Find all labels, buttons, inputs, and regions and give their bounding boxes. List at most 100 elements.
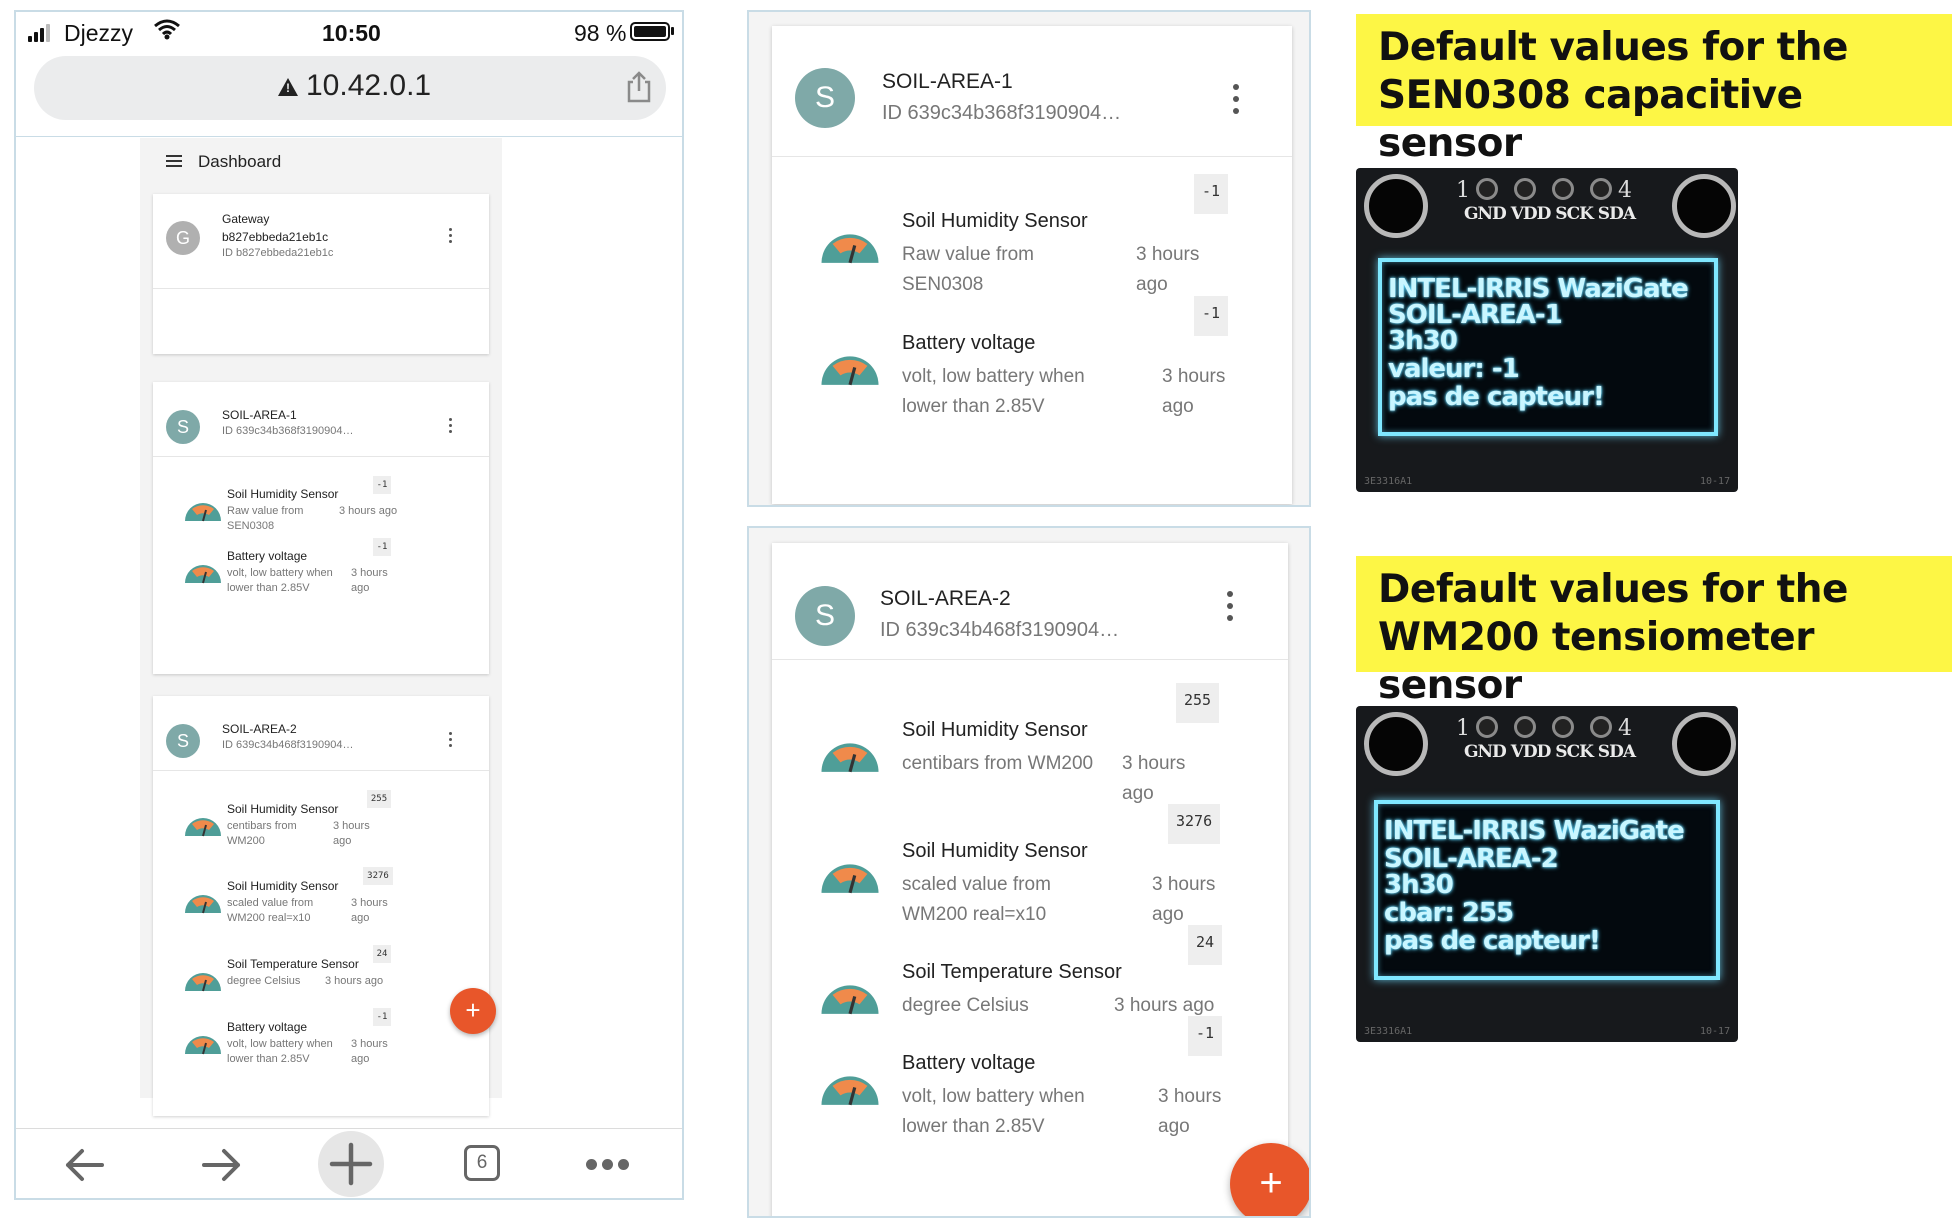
more-vert-icon[interactable] <box>1226 591 1234 621</box>
sensor-description: centibars from WM200 <box>902 753 1094 774</box>
sensor-row[interactable]: Soil Humidity Sensor Raw value from SEN0… <box>818 174 1258 302</box>
pin <box>1514 716 1536 738</box>
oled-screen: INTEL-IRRIS WaziGate SOIL-AREA-1 3h30 va… <box>1378 258 1718 436</box>
sensor-time: 3 hours ago <box>1136 244 1200 295</box>
pin-number: 4 <box>1618 178 1632 203</box>
oled-line: cbar: 255 <box>1384 898 1514 928</box>
sensor-value-badge: 24 <box>373 945 391 963</box>
sensor-name: Battery voltage <box>902 1052 1036 1074</box>
sensor-time: 3 hours ago <box>351 567 388 594</box>
gateway-id: ID b827ebbeda21eb1c <box>222 247 334 259</box>
warning-icon <box>278 78 298 96</box>
sensor-name: Soil Humidity Sensor <box>227 802 339 816</box>
address-bar[interactable]: 10.42.0.1 <box>34 56 666 120</box>
back-arrow-icon[interactable] <box>56 1135 116 1195</box>
add-button[interactable]: + <box>450 988 496 1034</box>
divider <box>16 136 682 137</box>
oled-display-photo: 1 4 GND VDD SCK SDA INTEL-IRRIS WaziGate… <box>1356 706 1738 1042</box>
device-name: SOIL-AREA-2 <box>880 587 1011 610</box>
gauge-icon <box>185 1036 221 1055</box>
more-vert-icon[interactable] <box>447 228 453 246</box>
gauge-icon <box>821 1076 879 1106</box>
wifi-icon <box>154 19 180 40</box>
device-id: ID 639c34b368f3190904… <box>882 102 1122 124</box>
gauge-icon <box>821 985 879 1015</box>
pin <box>1476 716 1498 738</box>
board-marking: 3E3316A1 <box>1364 476 1413 487</box>
gateway-avatar: G <box>166 221 200 255</box>
sensor-row[interactable]: Battery voltage volt, low battery when l… <box>183 1008 423 1090</box>
sensor-row[interactable]: Soil Humidity Sensor scaled value from W… <box>818 804 1258 932</box>
sensor-row[interactable]: Battery voltage volt, low battery when l… <box>818 1016 1258 1144</box>
sensor-description: volt, low battery when lower than 2.85V <box>227 567 333 594</box>
device-avatar: S <box>795 68 855 128</box>
sensor-row[interactable]: Soil Humidity Sensor centibars from WM20… <box>818 683 1258 811</box>
gauge-icon <box>185 973 221 992</box>
sensor-value-badge: 3276 <box>363 867 393 885</box>
gauge-icon <box>185 895 221 914</box>
gauge-icon <box>185 503 221 522</box>
signal-icon <box>28 24 52 42</box>
sensor-name: Battery voltage <box>227 549 308 563</box>
sensor-value-badge: -1 <box>1188 1016 1223 1056</box>
sensor-value-badge: 255 <box>367 790 391 808</box>
device-avatar: S <box>795 586 855 646</box>
sensor-time: 3 hours ago <box>351 1038 388 1065</box>
browser-toolbar: 6 <box>16 1128 682 1198</box>
gauge-icon <box>185 565 221 584</box>
annotation-wm200: Default values for the WM200 tensiometer… <box>1356 556 1952 708</box>
sensor-description: scaled value from WM200 real=x10 <box>902 874 1051 925</box>
tabs-button[interactable]: 6 <box>464 1145 500 1181</box>
device-avatar: S <box>166 724 200 758</box>
battery-icon <box>630 22 670 41</box>
sensor-row[interactable]: Soil Humidity Sensor centibars from WM20… <box>183 790 423 872</box>
status-bar: Djezzy 10:50 98 % <box>16 12 682 52</box>
sensor-name: Battery voltage <box>227 1020 308 1034</box>
sensor-name: Soil Temperature Sensor <box>227 957 359 971</box>
annotation-sen0308: Default values for the SEN0308 capacitiv… <box>1356 14 1952 166</box>
gauge-icon <box>185 818 221 837</box>
oled-screen: INTEL-IRRIS WaziGate SOIL-AREA-2 3h30 cb… <box>1374 800 1720 980</box>
pin-number: 4 <box>1618 716 1632 741</box>
device-id: ID 639c34b368f3190904… <box>222 425 354 437</box>
device-avatar: S <box>166 410 200 444</box>
menu-icon[interactable] <box>166 155 182 167</box>
pin <box>1476 178 1498 200</box>
more-horiz-icon[interactable] <box>586 1159 630 1171</box>
board-marking: 10-17 <box>1700 476 1731 487</box>
board-marking: 10-17 <box>1700 1026 1731 1037</box>
pin <box>1590 178 1612 200</box>
pin <box>1552 716 1574 738</box>
mount-hole <box>1672 712 1736 776</box>
more-vert-icon[interactable] <box>1232 84 1240 114</box>
device-id: ID 639c34b468f3190904… <box>222 739 354 751</box>
more-vert-icon[interactable] <box>447 418 453 436</box>
app-header: Dashboard <box>140 138 502 184</box>
oled-display-photo: 1 4 GND VDD SCK SDA INTEL-IRRIS WaziGate… <box>1356 168 1738 492</box>
sensor-description: scaled value from WM200 real=x10 <box>227 897 314 924</box>
sensor-name: Soil Humidity Sensor <box>902 719 1088 741</box>
sensor-value-badge: -1 <box>373 1008 391 1026</box>
sensor-row[interactable]: Battery voltage volt, low battery when l… <box>818 296 1258 424</box>
forward-arrow-icon[interactable] <box>192 1135 252 1195</box>
pin <box>1552 178 1574 200</box>
phone-screenshot: Djezzy 10:50 98 % 10.42.0.1 Dashboard G … <box>14 10 684 1200</box>
status-time: 10:50 <box>322 20 381 46</box>
app-content: Dashboard G Gateway b827ebbeda21eb1c ID … <box>140 138 502 1116</box>
sensor-description: degree Celsius <box>227 975 301 987</box>
add-button[interactable]: + <box>1230 1143 1309 1216</box>
device-id: ID 639c34b468f3190904… <box>880 619 1120 641</box>
sensor-row[interactable]: Soil Humidity Sensor scaled value from W… <box>183 867 423 949</box>
more-vert-icon[interactable] <box>447 732 453 750</box>
mount-hole <box>1672 174 1736 238</box>
sensor-row[interactable]: Battery voltage volt, low battery when l… <box>183 538 423 619</box>
sensor-description: centibars from WM200 <box>227 820 297 847</box>
sensor-value-badge: -1 <box>1194 296 1229 336</box>
share-icon[interactable] <box>624 70 654 104</box>
card-divider <box>153 770 489 771</box>
sensor-time: 3 hours ago <box>351 897 388 924</box>
new-tab-button[interactable] <box>318 1131 384 1197</box>
sensor-value-badge: -1 <box>373 538 391 556</box>
device-card-soil-area-2: S SOIL-AREA-2 ID 639c34b468f3190904… Soi… <box>772 543 1309 1216</box>
sensor-description: volt, low battery when lower than 2.85V <box>902 366 1085 417</box>
